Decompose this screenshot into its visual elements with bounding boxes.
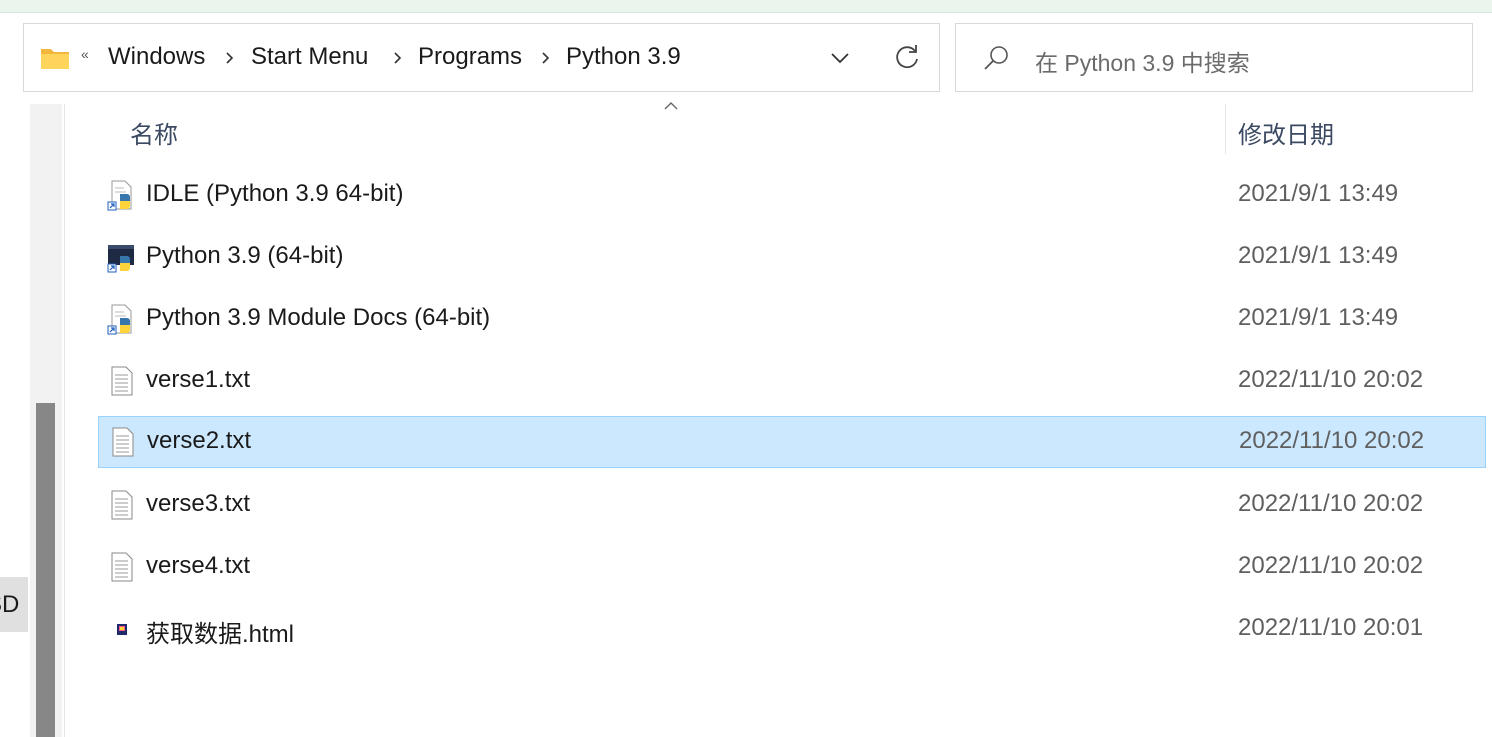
file-date: 2022/11/10 20:02 [1238, 490, 1424, 517]
file-row[interactable]: IDLE (Python 3.9 64-bit) 2021/9/1 13:49 [98, 169, 1486, 221]
text-file-icon [111, 366, 133, 396]
nav-item-partial[interactable]: SD [0, 577, 28, 632]
python-shortcut-icon [107, 304, 132, 335]
text-file-icon [112, 427, 134, 457]
file-date: 2022/11/10 20:02 [1238, 366, 1424, 393]
file-name: Python 3.9 Module Docs (64-bit) [146, 304, 491, 331]
file-row[interactable]: Python 3.9 Module Docs (64-bit) 2021/9/1… [98, 293, 1486, 345]
text-file-icon [111, 490, 133, 520]
breadcrumb-overflow-icon[interactable]: « [81, 46, 89, 62]
file-date: 2021/9/1 13:49 [1238, 180, 1399, 207]
column-divider[interactable] [1225, 104, 1226, 154]
file-row-selected[interactable]: verse2.txt 2022/11/10 20:02 [98, 416, 1486, 468]
address-bar[interactable]: « Windows Start Menu Programs Python 3.9 [23, 23, 940, 92]
file-date: 2022/11/10 20:02 [1239, 427, 1425, 454]
search-box[interactable]: 在 Python 3.9 中搜索 [955, 23, 1473, 92]
file-name: verse4.txt [146, 552, 251, 579]
chevron-right-icon[interactable] [222, 50, 238, 66]
file-name: verse1.txt [146, 366, 251, 393]
column-header-date-modified[interactable]: 修改日期 [1238, 115, 1334, 150]
breadcrumb-windows[interactable]: Windows [108, 43, 205, 71]
file-row[interactable]: verse4.txt 2022/11/10 20:02 [98, 541, 1486, 593]
chevron-right-icon[interactable] [390, 50, 406, 66]
search-input[interactable]: 在 Python 3.9 中搜索 [1035, 44, 1250, 78]
file-date: 2022/11/10 20:02 [1238, 552, 1424, 579]
nav-item-label: SD [0, 591, 20, 618]
file-name: Python 3.9 (64-bit) [146, 242, 344, 269]
chevron-right-icon[interactable] [538, 50, 554, 66]
file-row[interactable]: 获取数据.html 2022/11/10 20:01 [98, 603, 1486, 655]
file-row[interactable]: Python 3.9 (64-bit) 2021/9/1 13:49 [98, 231, 1486, 283]
breadcrumb-programs[interactable]: Programs [418, 43, 522, 71]
file-date: 2021/9/1 13:49 [1238, 242, 1399, 269]
file-name: IDLE (Python 3.9 64-bit) [146, 180, 404, 207]
column-header-name[interactable]: 名称 [130, 115, 178, 150]
file-name: 获取数据.html [146, 621, 295, 648]
file-name: verse3.txt [146, 490, 251, 517]
file-row[interactable]: verse3.txt 2022/11/10 20:02 [98, 479, 1486, 531]
chevron-down-icon[interactable] [824, 42, 856, 74]
python-console-shortcut-icon [107, 245, 134, 273]
text-file-icon [111, 552, 133, 582]
pane-divider[interactable] [64, 104, 65, 737]
folder-icon [41, 49, 69, 69]
python-shortcut-icon [107, 180, 132, 211]
nav-scrollbar-thumb[interactable] [36, 403, 55, 737]
window-top-strip [0, 0, 1492, 13]
html-file-icon [117, 624, 127, 635]
search-icon [984, 46, 1008, 70]
breadcrumb-python-39[interactable]: Python 3.9 [566, 43, 681, 71]
sort-ascending-icon [664, 102, 678, 110]
file-name: verse2.txt [147, 427, 252, 454]
file-date: 2021/9/1 13:49 [1238, 304, 1399, 331]
breadcrumb-start-menu[interactable]: Start Menu [251, 43, 368, 71]
refresh-icon[interactable] [890, 40, 924, 74]
file-date: 2022/11/10 20:01 [1238, 614, 1424, 641]
file-row[interactable]: verse1.txt 2022/11/10 20:02 [98, 355, 1486, 407]
